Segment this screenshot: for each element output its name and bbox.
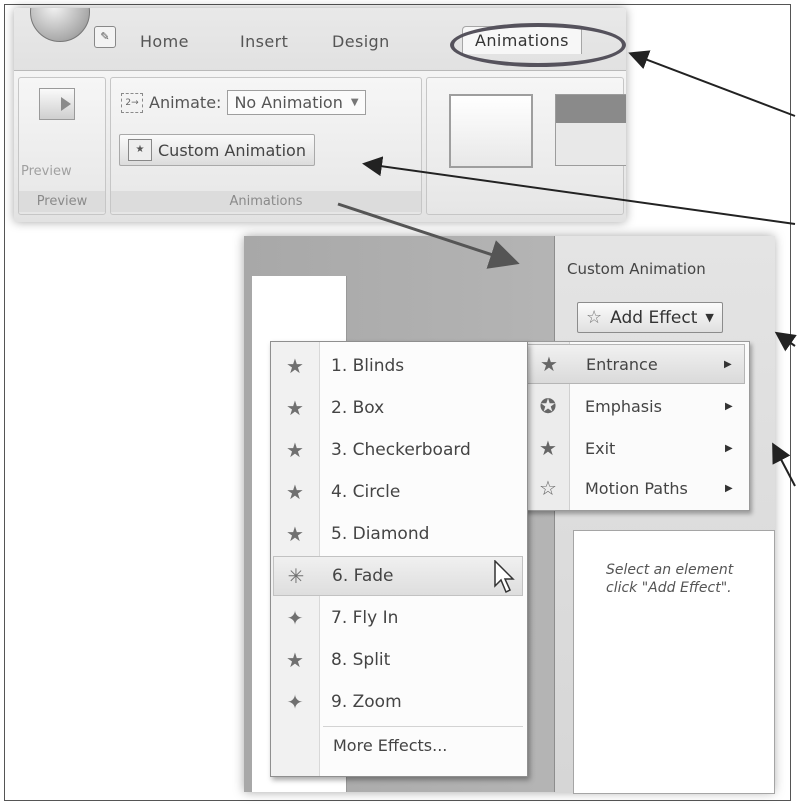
arrow-to-add-effect [774,331,797,352]
arrow-ribbon-to-pane [337,202,520,269]
arrow-to-custom-animation [362,156,796,225]
arrow-to-animations-tab [628,50,796,117]
arrow-to-effect-menu [772,442,796,487]
callout-arrows [337,50,797,487]
